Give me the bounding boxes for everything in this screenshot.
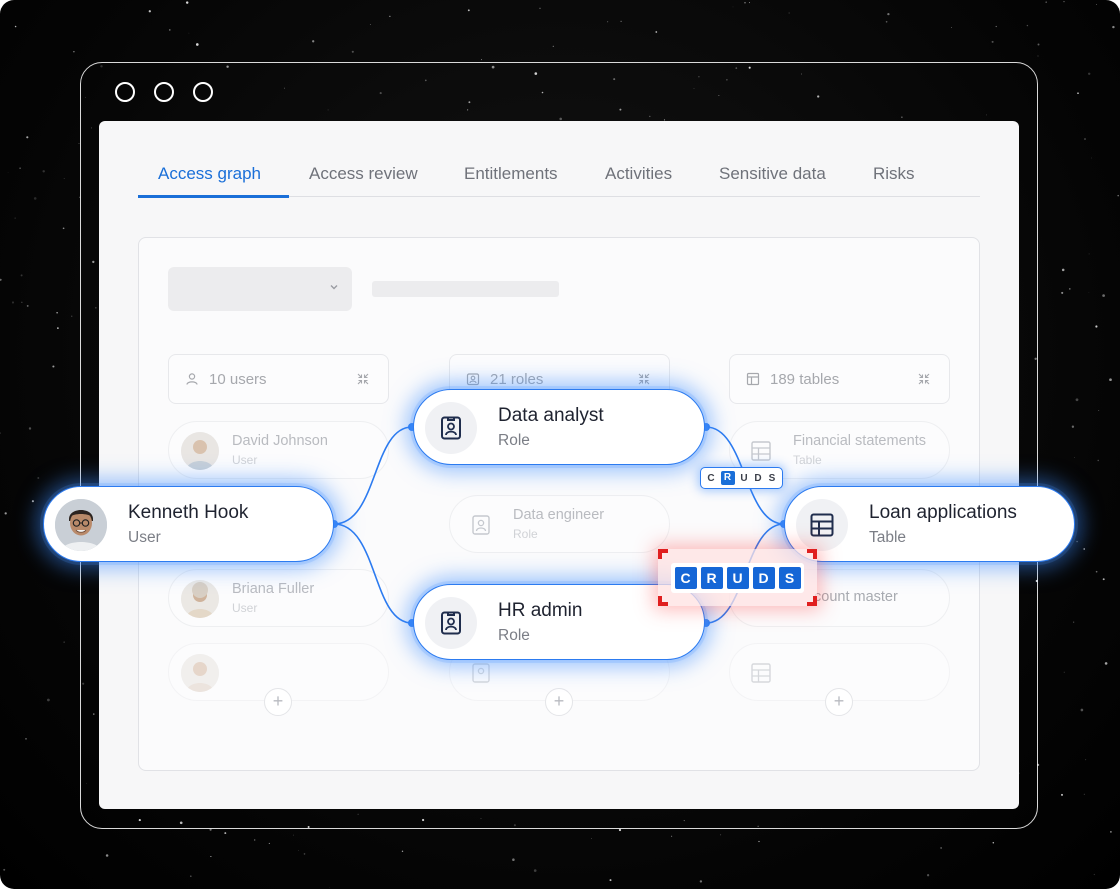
node-title: Loan applications xyxy=(869,502,1017,523)
user-icon xyxy=(186,373,198,385)
node-subtitle: User xyxy=(128,529,161,546)
permission-letter: S xyxy=(778,567,801,589)
avatar xyxy=(55,499,107,551)
table-node-loan-applications[interactable]: Loan applications Table xyxy=(784,486,1075,562)
add-role-button[interactable]: + xyxy=(545,688,573,716)
list-item-title: count master xyxy=(814,589,898,605)
collapse-icon[interactable] xyxy=(637,372,651,386)
window-control-dot[interactable] xyxy=(193,82,213,102)
tab-risks[interactable]: Risks xyxy=(873,164,915,184)
permission-letter: R xyxy=(700,567,723,589)
selection-corner xyxy=(658,596,668,606)
list-item-user[interactable]: Briana Fuller User xyxy=(168,569,389,627)
permission-letter: C xyxy=(674,567,697,589)
permission-letter-active: R xyxy=(720,471,735,485)
list-item-subtitle: User xyxy=(232,601,258,615)
list-item-subtitle: User xyxy=(232,453,258,467)
list-item-subtitle: Role xyxy=(513,527,538,541)
node-title: HR admin xyxy=(498,600,583,621)
permission-badge-small[interactable]: C R U D S xyxy=(700,467,783,489)
tab-bar: Access graph Access review Entitlements … xyxy=(138,161,980,198)
active-tab-indicator xyxy=(138,195,289,198)
selection-corner xyxy=(807,549,817,559)
users-count-label: 10 users xyxy=(209,371,267,388)
user-node-kenneth-hook[interactable]: Kenneth Hook User xyxy=(43,486,334,562)
role-node-data-analyst[interactable]: Data analyst Role xyxy=(413,389,705,465)
role-badge-icon xyxy=(425,597,477,649)
roles-count-label: 21 roles xyxy=(490,371,544,388)
list-item-title: Data engineer xyxy=(513,507,605,523)
list-item-role[interactable]: Data engineer Role xyxy=(449,495,670,553)
tables-count-label: 189 tables xyxy=(770,371,840,388)
node-title: Data analyst xyxy=(498,405,604,426)
table-icon xyxy=(796,499,848,551)
tab-access-graph[interactable]: Access graph xyxy=(158,164,261,184)
avatar xyxy=(181,654,219,692)
permission-letter: D xyxy=(754,472,762,484)
table-icon xyxy=(742,432,780,470)
window-control-dot[interactable] xyxy=(154,82,174,102)
selection-corner xyxy=(807,596,817,606)
search-placeholder-bar[interactable] xyxy=(372,281,559,297)
table-icon xyxy=(742,654,780,692)
list-item-title: David Johnson xyxy=(232,433,328,449)
selection-corner xyxy=(658,549,668,559)
users-column-header: 10 users xyxy=(168,354,389,404)
permission-letter: S xyxy=(768,472,776,484)
node-title: Kenneth Hook xyxy=(128,502,249,523)
tables-column-header: 189 tables xyxy=(729,354,950,404)
space-background: Access graph Access review Entitlements … xyxy=(0,0,1120,889)
collapse-icon[interactable] xyxy=(356,372,370,386)
node-subtitle: Role xyxy=(498,627,530,644)
node-subtitle: Role xyxy=(498,432,530,449)
list-item-title: Briana Fuller xyxy=(232,581,315,597)
permission-letter: U xyxy=(726,567,749,589)
permission-badge-highlighted[interactable]: C R U D S xyxy=(658,549,817,606)
avatar xyxy=(181,580,219,618)
window-control-dot[interactable] xyxy=(115,82,135,102)
list-item-user[interactable]: David Johnson User xyxy=(168,421,389,479)
filter-dropdown[interactable] xyxy=(168,267,352,311)
chevron-down-icon xyxy=(330,285,338,290)
node-subtitle: Table xyxy=(869,529,907,546)
role-badge-icon xyxy=(425,402,477,454)
permission-letter: C xyxy=(707,472,715,484)
permission-letter: U xyxy=(740,472,748,484)
list-item-subtitle: Table xyxy=(793,453,822,467)
add-table-button[interactable]: + xyxy=(825,688,853,716)
permission-letter: D xyxy=(752,567,775,589)
role-badge-icon xyxy=(466,373,480,386)
avatar xyxy=(181,432,219,470)
tab-sensitive-data[interactable]: Sensitive data xyxy=(719,164,826,184)
collapse-icon[interactable] xyxy=(917,372,931,386)
list-item-title: Financial statements xyxy=(793,433,926,449)
tab-activities[interactable]: Activities xyxy=(605,164,672,184)
app-content: Access graph Access review Entitlements … xyxy=(99,121,1019,809)
table-icon xyxy=(746,372,760,386)
add-user-button[interactable]: + xyxy=(264,688,292,716)
permission-letters: C R U D S xyxy=(671,563,804,593)
tab-access-review[interactable]: Access review xyxy=(309,164,418,184)
role-badge-icon xyxy=(462,506,500,544)
tab-entitlements[interactable]: Entitlements xyxy=(464,164,558,184)
